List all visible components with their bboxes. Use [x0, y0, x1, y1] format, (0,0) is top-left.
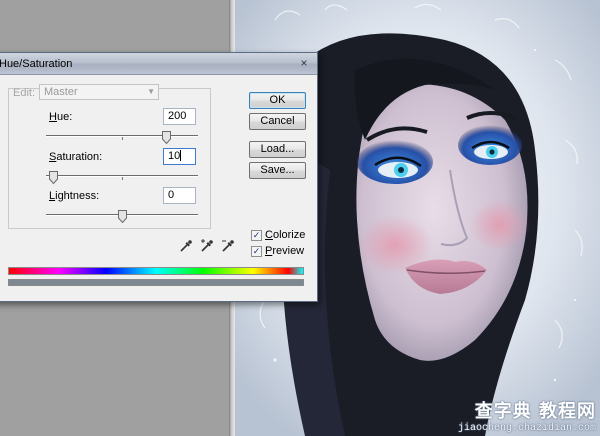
saturation-slider-center-tick [122, 177, 123, 180]
eyedropper-icon[interactable] [179, 239, 193, 253]
preview-label[interactable]: Preview [265, 245, 304, 257]
colorize-label-text: olorize [272, 229, 306, 241]
lightness-slider-thumb[interactable] [117, 210, 127, 223]
saturation-input[interactable]: 10 [163, 148, 196, 165]
hue-slider-track[interactable] [46, 135, 198, 136]
lightness-input[interactable]: 0 [163, 187, 196, 204]
ok-button[interactable]: OK [249, 92, 306, 109]
input-hue-spectrum-bar [8, 267, 304, 275]
dialog-titlebar[interactable]: Hue/Saturation × [0, 53, 317, 75]
saturation-slider-track[interactable] [46, 175, 198, 176]
checkmark-icon: ✓ [252, 246, 261, 256]
edit-channel-select[interactable]: Master ▼ [39, 84, 159, 100]
load-button[interactable]: Load... [249, 141, 306, 158]
hue-label-text: ue: [56, 111, 73, 123]
text-caret [180, 150, 182, 161]
edit-channel-value: Master [44, 86, 78, 98]
checkmark-icon: ✓ [252, 230, 261, 240]
lightness-label-text: ightness: [55, 190, 100, 202]
hue-input[interactable]: 200 [163, 108, 196, 125]
watermark-title: 查字典 教程网 [474, 401, 596, 422]
dropdown-arrow-icon: ▼ [147, 87, 155, 96]
eyedropper-plus-icon[interactable] [200, 239, 214, 253]
dialog-title: Hue/Saturation [0, 58, 73, 70]
saturation-label-text: aturation: [56, 151, 103, 163]
preview-label-text: review [272, 245, 305, 257]
save-button[interactable]: Save... [249, 162, 306, 179]
colorize-label[interactable]: Colorize [265, 229, 305, 241]
hue-slider-center-tick [122, 137, 123, 140]
hue-label: Hue: [49, 111, 73, 123]
saturation-slider-thumb[interactable] [49, 171, 59, 184]
preview-checkbox[interactable]: ✓ [251, 246, 262, 257]
lightness-label: Lightness: [49, 190, 100, 202]
saturation-value: 10 [168, 150, 181, 162]
output-hue-spectrum-bar [8, 279, 304, 286]
hue-slider-thumb[interactable] [161, 131, 171, 144]
eyedropper-minus-icon[interactable] [221, 239, 235, 253]
close-icon[interactable]: × [297, 56, 311, 70]
watermark-url: jiaocheng.chazidian.com [457, 423, 596, 434]
cancel-button[interactable]: Cancel [249, 113, 306, 130]
colorize-checkbox[interactable]: ✓ [251, 230, 262, 241]
saturation-label: Saturation: [49, 151, 103, 163]
watermark: 查字典 教程网 jiaocheng.chazidian.com [458, 397, 596, 434]
hue-saturation-dialog: Hue/Saturation × Edit: Master ▼ Hue: 200… [0, 52, 318, 302]
edit-label: Edit: [13, 87, 36, 99]
